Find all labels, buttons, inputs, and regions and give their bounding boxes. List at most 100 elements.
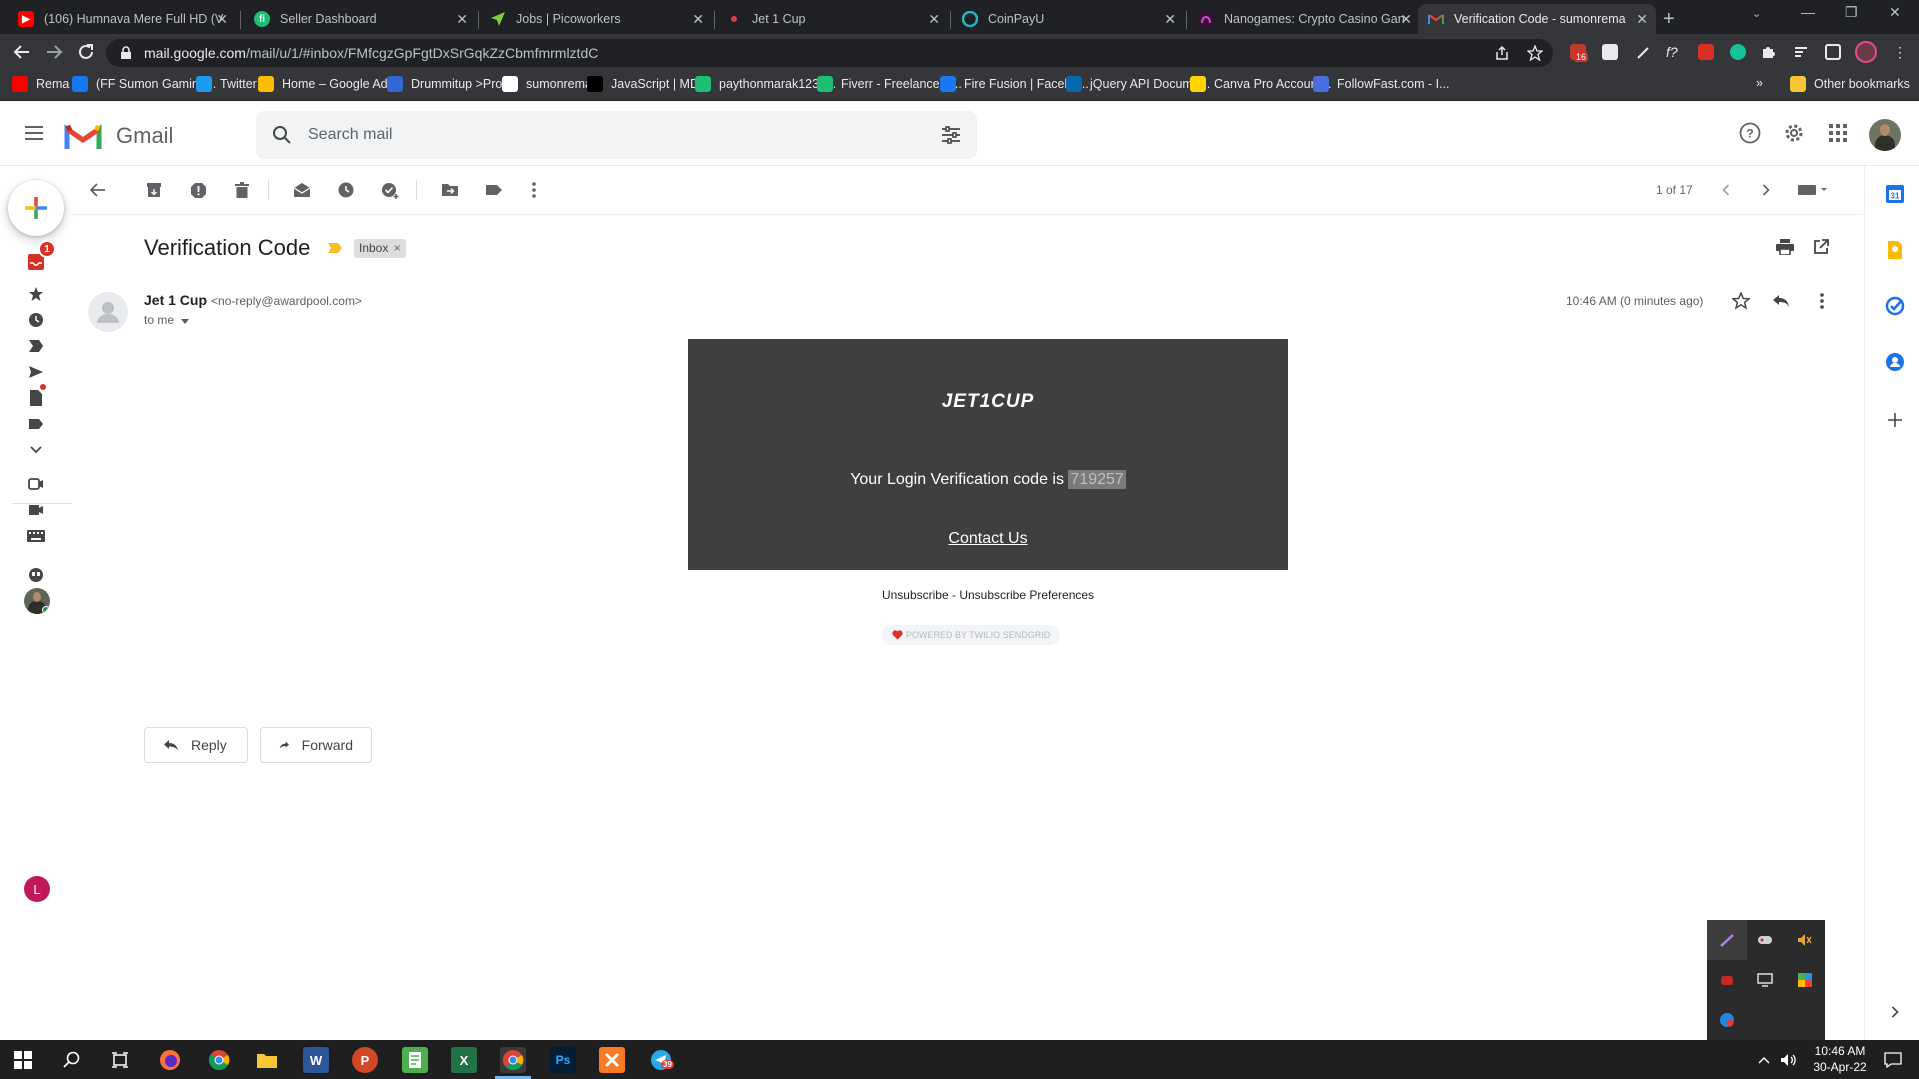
apps-grid-icon[interactable] xyxy=(1829,124,1847,142)
close-icon[interactable]: ✕ xyxy=(692,11,704,28)
input-tools-icon[interactable] xyxy=(1796,180,1832,200)
word-icon[interactable]: W xyxy=(303,1047,329,1073)
main-menu-icon[interactable] xyxy=(24,125,44,141)
chrome-active-icon[interactable] xyxy=(500,1047,526,1073)
close-icon[interactable]: ✕ xyxy=(928,11,940,28)
delete-icon[interactable] xyxy=(232,180,252,200)
mark-unread-icon[interactable] xyxy=(292,180,312,200)
show-hidden-icons-chevron[interactable] xyxy=(1751,1047,1777,1073)
account-initial-avatar[interactable]: L xyxy=(24,876,50,902)
inbox-nav-item[interactable]: 1 xyxy=(24,240,56,274)
extension-icon[interactable] xyxy=(1602,44,1618,60)
close-icon[interactable]: ✕ xyxy=(216,11,228,28)
gmail-logo-icon[interactable] xyxy=(64,123,102,151)
excel-icon[interactable]: X xyxy=(451,1047,477,1073)
important-nav-item[interactable] xyxy=(24,334,48,358)
globe-tray-icon[interactable] xyxy=(1707,1000,1747,1040)
move-to-icon[interactable] xyxy=(440,180,460,200)
bookmarks-overflow-button[interactable]: » xyxy=(1756,76,1763,90)
tasks-icon[interactable] xyxy=(1885,296,1905,316)
side-panel-icon[interactable] xyxy=(1825,44,1841,60)
unsubscribe-preferences-link[interactable]: Unsubscribe Preferences xyxy=(959,588,1094,602)
bookmark-item[interactable]: jQuery API Docume... xyxy=(1066,76,1210,92)
restore-button[interactable]: ❐ xyxy=(1845,4,1858,21)
extensions-puzzle-icon[interactable] xyxy=(1760,44,1776,60)
print-icon[interactable] xyxy=(1776,239,1794,255)
tab-search-icon[interactable]: ⌄ xyxy=(1752,7,1761,20)
tab-gmail-active[interactable]: Verification Code - sumonrema ✕ xyxy=(1418,4,1656,34)
older-message-icon[interactable] xyxy=(1756,180,1776,200)
drafts-nav-item[interactable] xyxy=(24,384,48,410)
reply-button[interactable]: Reply xyxy=(144,727,248,763)
powered-by-badge[interactable]: POWERED BY TWILIO SENDGRID xyxy=(882,625,1061,645)
get-addons-plus-icon[interactable] xyxy=(1885,410,1905,430)
verification-code[interactable]: 719257 xyxy=(1068,470,1126,489)
windows-start-icon[interactable] xyxy=(10,1047,36,1073)
volume-icon[interactable] xyxy=(1776,1047,1802,1073)
close-icon[interactable]: ✕ xyxy=(1636,11,1648,28)
contact-us-link[interactable]: Contact Us xyxy=(688,530,1288,548)
bookmark-item[interactable]: Canva Pro Account... xyxy=(1190,76,1331,92)
keyboard-nav-item[interactable] xyxy=(24,524,48,548)
more-options-icon[interactable] xyxy=(524,180,544,200)
calendar-icon[interactable]: 31 xyxy=(1885,184,1905,204)
gamepad-tray-icon[interactable] xyxy=(1745,920,1785,960)
sender-avatar[interactable] xyxy=(88,292,128,332)
taskbar-search-icon[interactable] xyxy=(59,1047,85,1073)
message-more-icon[interactable] xyxy=(1820,293,1824,309)
reload-icon[interactable] xyxy=(76,42,96,62)
close-icon[interactable]: ✕ xyxy=(456,11,468,28)
pen-extension-icon[interactable] xyxy=(1636,44,1652,60)
reply-icon[interactable] xyxy=(1772,294,1790,308)
extension-icon[interactable] xyxy=(1698,44,1714,60)
close-window-button[interactable]: ✕ xyxy=(1889,4,1901,21)
bookmark-item[interactable]: Home – Google Ad... xyxy=(258,76,398,92)
tab-coinpayu[interactable]: CoinPayU ✕ xyxy=(952,4,1184,34)
close-icon[interactable]: ✕ xyxy=(1400,11,1412,28)
address-bar[interactable]: mail.google.com/mail/u/1/#inbox/FMfcgzGp… xyxy=(106,39,1553,67)
meet-nav-item[interactable] xyxy=(24,472,48,496)
unsubscribe-link[interactable]: Unsubscribe xyxy=(882,588,949,602)
search-input[interactable] xyxy=(308,126,888,144)
importance-marker-icon[interactable] xyxy=(327,242,343,254)
bookmark-star-icon[interactable] xyxy=(1527,45,1543,61)
report-spam-icon[interactable] xyxy=(188,180,208,200)
inbox-label-chip[interactable]: Inbox × xyxy=(354,239,406,258)
firefox-icon[interactable] xyxy=(157,1047,183,1073)
file-explorer-icon[interactable] xyxy=(254,1047,280,1073)
color-app-tray-icon[interactable] xyxy=(1785,960,1825,1000)
join-meeting-nav-item[interactable] xyxy=(24,498,48,522)
tab-seller-dashboard[interactable]: fi Seller Dashboard ✕ xyxy=(244,4,476,34)
reading-list-icon[interactable] xyxy=(1793,44,1809,60)
keep-icon[interactable] xyxy=(1885,240,1905,260)
more-nav-item[interactable] xyxy=(24,438,48,462)
tab-picoworkers[interactable]: Jobs | Picoworkers ✕ xyxy=(480,4,712,34)
sent-nav-item[interactable] xyxy=(24,360,48,384)
search-options-icon[interactable] xyxy=(941,126,961,144)
bookmark-item[interactable]: FollowFast.com - I... xyxy=(1313,76,1450,92)
sender-line[interactable]: Jet 1 Cup <no-reply@awardpool.com> xyxy=(144,292,362,308)
help-icon[interactable]: ? xyxy=(1739,122,1761,144)
function-extension-icon[interactable]: f? xyxy=(1666,44,1682,60)
snoozed-nav-item[interactable] xyxy=(24,308,48,332)
archive-icon[interactable] xyxy=(144,180,164,200)
photoshop-icon[interactable]: Ps xyxy=(550,1047,576,1073)
bookmark-item[interactable]: paythonmarak123 |... xyxy=(695,76,836,92)
account-avatar[interactable] xyxy=(1869,119,1901,151)
red-app-tray-icon[interactable] xyxy=(1707,960,1747,1000)
contact-avatar[interactable] xyxy=(24,588,50,614)
bookmark-item[interactable]: (FF Sumon Gaming... xyxy=(72,76,216,92)
telegram-icon[interactable]: 39 xyxy=(648,1047,674,1073)
close-icon[interactable]: ✕ xyxy=(1164,11,1176,28)
open-new-window-icon[interactable] xyxy=(1813,239,1829,255)
label-as-icon[interactable] xyxy=(484,180,504,200)
powerpoint-icon[interactable]: P xyxy=(352,1047,378,1073)
new-tab-button[interactable]: + xyxy=(1663,8,1675,31)
profile-avatar[interactable] xyxy=(1855,41,1877,63)
recipient-toggle[interactable]: to me xyxy=(144,313,190,327)
chrome-menu-icon[interactable]: ⋮ xyxy=(1893,44,1909,60)
tab-youtube[interactable]: ▶ (106) Humnava Mere Full HD (V ✕ xyxy=(8,4,236,34)
task-view-icon[interactable] xyxy=(107,1047,133,1073)
notifications-icon[interactable] xyxy=(1880,1047,1906,1073)
extension-icon[interactable]: 16 xyxy=(1570,44,1589,62)
